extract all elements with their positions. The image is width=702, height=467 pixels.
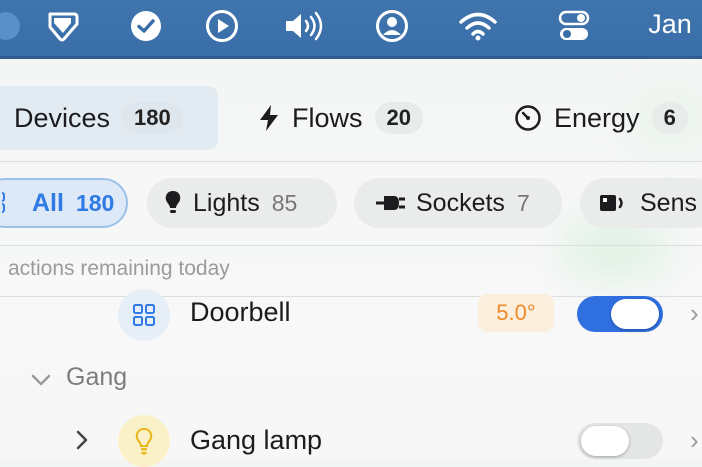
tab-devices-label: Devices (14, 102, 111, 133)
tag-icon[interactable] (42, 10, 86, 42)
actions-remaining-note: actions remaining today (8, 257, 230, 280)
toggle-knob (611, 299, 659, 329)
grid-icon (118, 289, 170, 341)
filter-lights-label: Lights (193, 188, 260, 217)
menu-bar: Jan (0, 0, 702, 59)
group-name: Gang (66, 363, 128, 391)
speaker-volume-icon[interactable] (282, 10, 332, 42)
filter-all-label: All (32, 188, 64, 217)
tab-devices-count: 180 (122, 102, 183, 134)
filter-sensors-label: Sens (640, 188, 697, 217)
gang-lamp-toggle[interactable] (577, 423, 663, 459)
tab-energy[interactable]: Energy 6 (514, 86, 688, 150)
filter-sockets-count: 7 (516, 189, 530, 216)
device-name: Doorbell (190, 297, 291, 327)
tab-flows[interactable]: Flows 20 (258, 86, 423, 150)
filter-sockets[interactable]: Sockets 7 (354, 178, 562, 228)
wifi-icon[interactable] (456, 10, 500, 42)
chevron-down-icon[interactable] (30, 364, 52, 395)
sensor-icon (598, 191, 630, 215)
filter-lights-count: 85 (271, 189, 298, 216)
plug-icon (374, 192, 406, 214)
apple-menu-icon[interactable] (0, 10, 28, 42)
play-circle-icon[interactable] (202, 10, 242, 42)
device-name: Gang lamp (190, 425, 323, 455)
lightbulb-icon (118, 415, 170, 467)
control-center-icon[interactable] (554, 10, 594, 42)
background-blur (560, 219, 670, 279)
tab-flows-count: 20 (374, 102, 423, 134)
filter-lights[interactable]: Lights 85 (147, 178, 337, 228)
chevron-right-icon[interactable]: › (690, 425, 699, 456)
tab-devices[interactable]: Devices 180 (0, 86, 218, 150)
gauge-icon (514, 104, 542, 132)
filter-sensors[interactable]: Sens (580, 178, 702, 228)
filter-all-count: 180 (75, 189, 115, 216)
chevron-right-icon[interactable]: › (690, 298, 699, 329)
grid-icon (2, 192, 22, 214)
tab-energy-count: 6 (651, 102, 688, 134)
filter-all[interactable]: All 180 (0, 178, 128, 228)
tab-flows-label: Flows (292, 102, 363, 133)
lightbulb-icon (163, 189, 183, 217)
user-circle-icon[interactable] (372, 10, 412, 42)
filters-divider (0, 245, 702, 246)
tab-energy-label: Energy (554, 102, 640, 133)
tabs-divider (0, 161, 702, 162)
checkmark-circle-icon[interactable] (126, 10, 166, 42)
lightning-icon (258, 104, 280, 132)
filter-sockets-label: Sockets (416, 188, 505, 217)
menu-bar-date[interactable]: Jan (640, 8, 700, 40)
toggle-knob (581, 426, 629, 456)
chevron-right-icon[interactable] (74, 427, 90, 458)
temperature-badge: 5.0° (478, 294, 554, 332)
doorbell-toggle[interactable] (577, 296, 663, 332)
